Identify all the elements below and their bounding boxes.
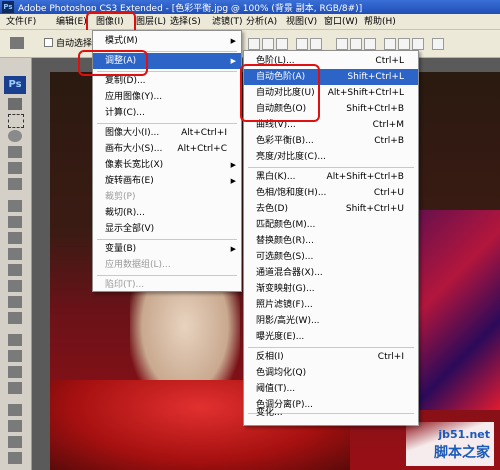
dodge-tool-icon[interactable] bbox=[8, 312, 22, 324]
marquee-tool-icon[interactable] bbox=[8, 114, 24, 128]
align-left-icon[interactable] bbox=[296, 38, 308, 50]
image-menu-item: 陷印(T)... bbox=[105, 280, 145, 290]
menu-analysis[interactable]: 分析(A) bbox=[246, 16, 277, 29]
image-menu-item[interactable]: 模式(M) ▶ bbox=[93, 33, 241, 49]
pen-tool-icon[interactable] bbox=[8, 366, 22, 378]
menu-separator bbox=[97, 123, 237, 124]
menu-help[interactable]: 帮助(H) bbox=[364, 16, 396, 29]
adjust-menu-item[interactable]: 色相/饱和度(H)... Ctrl+U bbox=[244, 185, 418, 201]
adjust-menu-item[interactable]: 亮度/对比度(C)... bbox=[244, 149, 418, 165]
annotation-highlight-adjust bbox=[78, 50, 148, 76]
align-hcenter-icon[interactable] bbox=[310, 38, 322, 50]
clone-stamp-tool-icon[interactable] bbox=[8, 232, 22, 244]
auto-align-icon[interactable] bbox=[432, 38, 444, 50]
submenu-arrow-icon: ▶ bbox=[230, 57, 236, 65]
auto-select-checkbox[interactable] bbox=[44, 38, 53, 47]
hand-tool-icon[interactable] bbox=[8, 436, 22, 448]
lasso-tool-icon[interactable] bbox=[8, 130, 22, 142]
distribute-left-icon[interactable] bbox=[384, 38, 396, 50]
adjust-menu-item[interactable]: 阈值(T)... bbox=[244, 381, 418, 397]
menu-select[interactable]: 选择(S) bbox=[170, 16, 201, 29]
adjust-menu-item[interactable]: 照片滤镜(F)... bbox=[244, 297, 418, 313]
window-title: Adobe Photoshop CS3 Extended - [色彩平衡.jpg… bbox=[18, 4, 363, 14]
magic-wand-tool-icon[interactable] bbox=[8, 146, 22, 158]
watermark: jb51.net 脚本之家 bbox=[406, 422, 494, 466]
gradient-tool-icon[interactable] bbox=[8, 280, 22, 292]
healing-brush-tool-icon[interactable] bbox=[8, 200, 22, 212]
adjust-menu-item-variations[interactable]: 变化... bbox=[244, 405, 418, 421]
toolbox: Ps bbox=[0, 58, 32, 470]
menu-filter[interactable]: 滤镜(T) bbox=[212, 16, 243, 29]
menu-separator bbox=[97, 275, 237, 276]
menu-view[interactable]: 视图(V) bbox=[286, 16, 317, 29]
adjust-menu-item[interactable]: 曝光度(E)... bbox=[244, 329, 418, 345]
move-tool-icon[interactable] bbox=[8, 98, 22, 110]
image-menu-item[interactable]: 旋转画布(E) ▶ bbox=[93, 173, 241, 189]
crop-tool-icon[interactable] bbox=[8, 162, 22, 174]
distribute-hcenter-icon[interactable] bbox=[398, 38, 410, 50]
submenu-arrow-icon: ▶ bbox=[230, 177, 236, 185]
adjust-menu-item[interactable]: 黑白(K)... Alt+Shift+Ctrl+B bbox=[244, 169, 418, 185]
adjust-menu-item[interactable]: 可选颜色(S)... bbox=[244, 249, 418, 265]
eraser-tool-icon[interactable] bbox=[8, 264, 22, 276]
align-vcenter-icon[interactable] bbox=[262, 38, 274, 50]
annotation-highlight-auto-commands bbox=[240, 64, 320, 122]
menu-layer[interactable]: 图层(L) bbox=[136, 16, 166, 29]
adjust-menu-item[interactable]: 反相(I) Ctrl+I bbox=[244, 349, 418, 365]
adjust-menu-item[interactable]: 匹配颜色(M)... bbox=[244, 217, 418, 233]
image-menu-item[interactable]: 图像大小(I)... Alt+Ctrl+I bbox=[93, 125, 241, 141]
distribute-bottom-icon[interactable] bbox=[364, 38, 376, 50]
image-menu-item[interactable]: 裁切(R)... bbox=[93, 205, 241, 221]
photoshop-badge-icon: Ps bbox=[4, 76, 26, 94]
image-menu-item[interactable]: 应用图像(Y)... bbox=[93, 89, 241, 105]
distribute-right-icon[interactable] bbox=[412, 38, 424, 50]
photoshop-logo-icon: Ps bbox=[2, 1, 14, 13]
distribute-top-icon[interactable] bbox=[336, 38, 348, 50]
image-menu-item[interactable]: 像素长宽比(X) ▶ bbox=[93, 157, 241, 173]
path-selection-tool-icon[interactable] bbox=[8, 334, 22, 346]
slice-tool-icon[interactable] bbox=[8, 178, 22, 190]
distribute-vcenter-icon[interactable] bbox=[350, 38, 362, 50]
watermark-brand: 脚本之家 bbox=[434, 445, 490, 461]
image-menu-item[interactable]: 画布大小(S)... Alt+Ctrl+C bbox=[93, 141, 241, 157]
history-brush-tool-icon[interactable] bbox=[8, 248, 22, 260]
image-menu-item[interactable]: 变量(B) ▶ bbox=[93, 241, 241, 257]
image-menu-item[interactable]: 显示全部(V) bbox=[93, 221, 241, 237]
image-menu-item[interactable]: 计算(C)... bbox=[93, 105, 241, 121]
brush-tool-icon[interactable] bbox=[8, 216, 22, 228]
adjust-menu-item[interactable]: 替换颜色(R)... bbox=[244, 233, 418, 249]
align-top-icon[interactable] bbox=[248, 38, 260, 50]
auto-select-label: 自动选择 bbox=[56, 39, 93, 49]
zoom-tool-icon[interactable] bbox=[8, 452, 22, 464]
menu-separator bbox=[248, 347, 414, 348]
adjust-menu-item[interactable]: 色彩平衡(B)... Ctrl+B bbox=[244, 133, 418, 149]
menu-separator bbox=[97, 239, 237, 240]
watermark-site: jb51.net bbox=[438, 428, 490, 441]
image-menu-item: 应用数据组(L)... bbox=[105, 260, 171, 270]
eyedropper-tool-icon[interactable] bbox=[8, 420, 22, 432]
adjust-menu-item[interactable]: 阴影/高光(W)... bbox=[244, 313, 418, 329]
image-menu-item: 裁剪(P) bbox=[105, 192, 136, 202]
menu-separator bbox=[248, 167, 414, 168]
menu-edit[interactable]: 编辑(E) bbox=[56, 16, 87, 29]
shape-tool-icon[interactable] bbox=[8, 382, 22, 394]
adjust-menu-item[interactable]: 色调均化(Q) bbox=[244, 365, 418, 381]
blur-tool-icon[interactable] bbox=[8, 296, 22, 308]
type-tool-icon[interactable] bbox=[8, 350, 22, 362]
notes-tool-icon[interactable] bbox=[8, 404, 22, 416]
submenu-arrow-icon: ▶ bbox=[230, 37, 236, 45]
menu-file[interactable]: 文件(F) bbox=[6, 16, 36, 29]
submenu-arrow-icon: ▶ bbox=[230, 245, 236, 253]
move-tool-icon bbox=[10, 37, 24, 49]
align-bottom-icon[interactable] bbox=[276, 38, 288, 50]
menu-bar: 文件(F) 编辑(E) 图像(I) 图层(L) 选择(S) 滤镜(T) 分析(A… bbox=[0, 14, 500, 30]
submenu-arrow-icon: ▶ bbox=[230, 161, 236, 169]
title-bar: Ps Adobe Photoshop CS3 Extended - [色彩平衡.… bbox=[0, 0, 500, 14]
adjust-menu-item[interactable]: 去色(D) Shift+Ctrl+U bbox=[244, 201, 418, 217]
adjust-menu-item[interactable]: 渐变映射(G)... bbox=[244, 281, 418, 297]
adjust-menu-item[interactable]: 通道混合器(X)... bbox=[244, 265, 418, 281]
menu-window[interactable]: 窗口(W) bbox=[324, 16, 358, 29]
